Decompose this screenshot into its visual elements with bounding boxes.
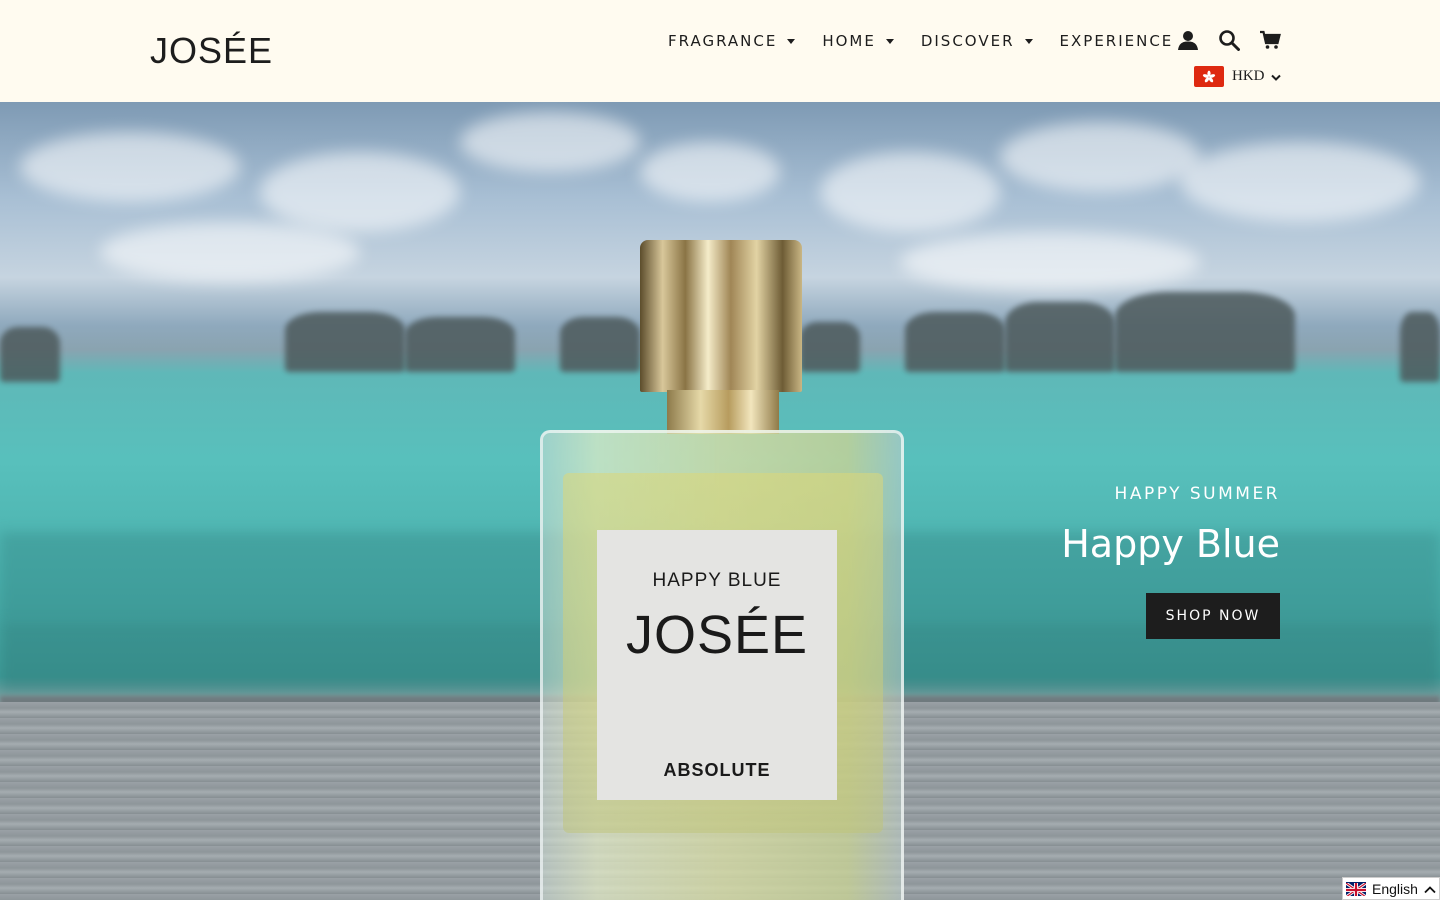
cloud <box>260 152 460 232</box>
water-villa <box>800 322 860 372</box>
cloud <box>100 222 360 282</box>
nav-item-fragrance[interactable]: FRAGRANCE <box>668 32 796 50</box>
nav-item-label: EXPERIENCE <box>1059 32 1174 50</box>
product-label: HAPPY BLUE JOSÉE ABSOLUTE <box>597 530 837 800</box>
search-icon[interactable] <box>1217 28 1241 52</box>
label-brand: JOSÉE <box>625 605 809 665</box>
header-icons <box>1176 28 1282 52</box>
water-villa <box>1400 312 1440 382</box>
nav-item-home[interactable]: HOME <box>822 32 894 50</box>
nav-item-label: HOME <box>822 32 876 50</box>
water-villa <box>905 312 1005 372</box>
water-villa <box>560 317 640 372</box>
hero-banner: HAPPY BLUE JOSÉE ABSOLUTE HAPPY SUMMER H… <box>0 102 1440 900</box>
hero-headline: Happy Blue <box>1061 522 1280 566</box>
cloud <box>460 112 640 172</box>
caret-down-icon <box>787 39 796 44</box>
site-header: JOSÉE FRAGRANCE HOME DISCOVER EXPERIENCE <box>0 0 1440 102</box>
water-villa <box>0 327 60 382</box>
hero-eyebrow: HAPPY SUMMER <box>1114 484 1280 504</box>
shop-now-button[interactable]: SHOP NOW <box>1146 593 1280 639</box>
language-label: English <box>1372 880 1418 897</box>
nav-item-discover[interactable]: DISCOVER <box>921 32 1033 50</box>
caret-down-icon <box>885 39 894 44</box>
nav-item-experience[interactable]: EXPERIENCE <box>1060 32 1174 50</box>
account-icon[interactable] <box>1176 28 1200 52</box>
label-variant: ABSOLUTE <box>663 760 771 780</box>
cloud <box>1000 122 1200 192</box>
cloud <box>640 142 780 202</box>
water-villa <box>285 312 405 372</box>
water-villa <box>1115 292 1295 372</box>
cloud <box>820 152 1000 232</box>
cart-icon[interactable] <box>1258 28 1282 52</box>
hong-kong-flag-icon <box>1194 66 1224 87</box>
water-villa <box>1005 302 1115 372</box>
cloud <box>1180 142 1420 222</box>
uk-flag-icon <box>1346 881 1366 896</box>
chevron-down-icon <box>1270 67 1281 86</box>
nav-item-label: DISCOVER <box>920 32 1015 50</box>
bottle-cap <box>640 240 802 392</box>
cloud <box>900 232 1200 292</box>
chevron-up-icon <box>1424 879 1436 898</box>
bottle-neck <box>667 390 779 434</box>
caret-down-icon <box>1024 39 1033 44</box>
main-nav: FRAGRANCE HOME DISCOVER EXPERIENCE <box>668 32 1173 50</box>
water-villa <box>405 317 515 372</box>
language-switcher[interactable]: English <box>1342 877 1440 900</box>
currency-code: HKD <box>1232 68 1265 84</box>
site-logo[interactable]: JOSÉE <box>150 30 273 72</box>
label-product-name: HAPPY BLUE <box>652 570 782 591</box>
cloud <box>20 132 240 202</box>
nav-item-label: FRAGRANCE <box>668 32 778 50</box>
currency-selector[interactable]: HKD <box>1194 66 1281 87</box>
